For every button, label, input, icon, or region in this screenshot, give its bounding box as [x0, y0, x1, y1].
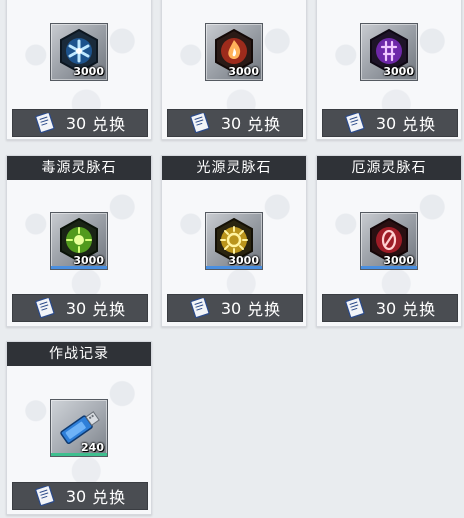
exchange-label: 兑换	[92, 115, 127, 134]
item-count: 3000	[228, 65, 259, 78]
shop-card-1[interactable]: 3000 30 兑换	[6, 0, 152, 140]
item-count: 3000	[383, 65, 414, 78]
exchange-label: 兑换	[247, 115, 282, 134]
cost-value: 30	[220, 298, 242, 318]
cost-value: 30	[220, 113, 242, 133]
card-title: 毒源灵脉石	[7, 156, 151, 180]
cost-value: 30	[375, 113, 397, 133]
item-count: 3000	[228, 254, 259, 267]
item-count: 3000	[73, 65, 104, 78]
card-title: 作战记录	[7, 342, 151, 366]
exchange-button[interactable]: 30 兑换	[12, 294, 148, 322]
cost-value: 30	[65, 298, 87, 318]
item-slot[interactable]: 3000	[50, 23, 108, 81]
cost-value: 30	[65, 113, 87, 133]
item-slot[interactable]: 3000	[360, 23, 418, 81]
ticket-icon	[35, 298, 55, 318]
ticket-icon	[345, 113, 365, 133]
exchange-button[interactable]: 30 兑换	[167, 294, 303, 322]
exchange-label: 兑换	[402, 300, 437, 319]
card-title: 厄源灵脉石	[317, 156, 461, 180]
exchange-label: 兑换	[402, 115, 437, 134]
item-slot[interactable]: 3000	[50, 212, 108, 270]
shop-card-2[interactable]: 3000 30 兑换	[161, 0, 307, 140]
shop-card-3[interactable]: 3000 30 兑换	[316, 0, 462, 140]
shop-card-battle-record[interactable]: 作战记录 240 30 兑换	[6, 341, 152, 515]
item-slot[interactable]: 240	[50, 399, 108, 457]
item-count: 3000	[383, 254, 414, 267]
item-slot[interactable]: 3000	[205, 212, 263, 270]
shop-card-light-vein-stone[interactable]: 光源灵脉石 3000 30 兑换	[161, 155, 307, 327]
exchange-button[interactable]: 30 兑换	[322, 294, 458, 322]
item-count: 240	[81, 441, 104, 454]
item-count: 3000	[73, 254, 104, 267]
ticket-icon	[190, 113, 210, 133]
cost-value: 30	[65, 486, 87, 506]
shop-card-doom-vein-stone[interactable]: 厄源灵脉石 3000 30 兑换	[316, 155, 462, 327]
exchange-button[interactable]: 30 兑换	[12, 482, 148, 510]
exchange-button[interactable]: 30 兑换	[322, 109, 458, 137]
exchange-label: 兑换	[92, 300, 127, 319]
exchange-button[interactable]: 30 兑换	[12, 109, 148, 137]
ticket-icon	[190, 298, 210, 318]
ticket-icon	[345, 298, 365, 318]
item-slot[interactable]: 3000	[360, 212, 418, 270]
cost-value: 30	[375, 298, 397, 318]
item-slot[interactable]: 3000	[205, 23, 263, 81]
shop-card-toxin-vein-stone[interactable]: 毒源灵脉石 3000 30 兑换	[6, 155, 152, 327]
ticket-icon	[35, 113, 55, 133]
exchange-label: 兑换	[247, 300, 282, 319]
exchange-label: 兑换	[92, 488, 127, 507]
card-title: 光源灵脉石	[162, 156, 306, 180]
exchange-button[interactable]: 30 兑换	[167, 109, 303, 137]
ticket-icon	[35, 486, 55, 506]
